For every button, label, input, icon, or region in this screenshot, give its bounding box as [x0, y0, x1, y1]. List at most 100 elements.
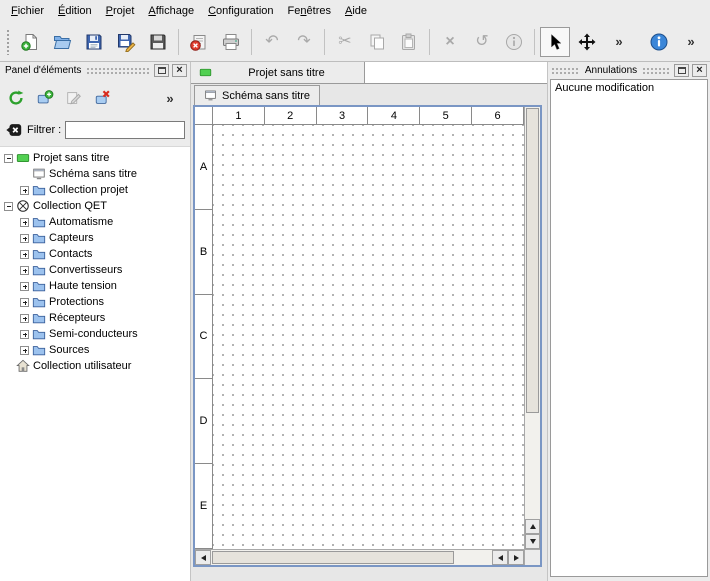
undo-history-list: Aucune modification: [550, 79, 708, 577]
tree-item-capteurs[interactable]: Capteurs: [0, 230, 190, 246]
close-icon: ×: [176, 65, 182, 76]
tree-item-automatisme[interactable]: Automatisme: [0, 214, 190, 230]
toolbar-drag-handle[interactable]: [6, 29, 11, 55]
scroll-left-button-2[interactable]: [492, 550, 508, 565]
new-element-button[interactable]: [32, 85, 58, 111]
expand-icon[interactable]: [20, 282, 29, 291]
menu-edition[interactable]: Édition: [51, 0, 99, 22]
rotate-button[interactable]: ↺: [467, 27, 497, 57]
copy-button[interactable]: [362, 27, 392, 57]
expand-icon[interactable]: [20, 298, 29, 307]
expand-icon[interactable]: [20, 234, 29, 243]
save-as-button[interactable]: [111, 27, 141, 57]
dock-handle-texture: [642, 66, 671, 75]
float-panel-button[interactable]: [674, 64, 689, 77]
diagram-icon: [204, 89, 217, 102]
delete-element-button[interactable]: [90, 85, 116, 111]
tree-item-project[interactable]: Projet sans titre: [0, 150, 190, 166]
tree-item-collection-utilisateur[interactable]: Collection utilisateur: [0, 358, 190, 374]
column-label: 3: [317, 107, 369, 124]
close-panel-button[interactable]: ×: [692, 64, 707, 77]
open-project-button[interactable]: [47, 27, 77, 57]
tree-item-convertisseurs[interactable]: Convertisseurs: [0, 262, 190, 278]
elements-panel-titlebar[interactable]: Panel d'éléments ×: [0, 62, 190, 78]
cut-button[interactable]: ✂: [330, 27, 360, 57]
menu-fenetres[interactable]: Fenêtres: [281, 0, 338, 22]
elements-tree: Projet sans titre Schéma sans titre Coll…: [0, 146, 190, 581]
tree-item-collection-qet[interactable]: Collection QET: [0, 198, 190, 214]
tab-projet-sans-titre[interactable]: Projet sans titre: [191, 62, 365, 83]
expand-icon[interactable]: [20, 186, 29, 195]
menu-configuration[interactable]: Configuration: [201, 0, 280, 22]
menu-fichier[interactable]: Fichier: [4, 0, 51, 22]
vscroll-thumb[interactable]: [526, 108, 539, 413]
new-project-button[interactable]: [15, 27, 45, 57]
menu-aide[interactable]: Aide: [338, 0, 374, 22]
scroll-right-button[interactable]: [508, 550, 524, 565]
element-info-button[interactable]: [499, 27, 529, 57]
close-panel-button[interactable]: ×: [172, 64, 187, 77]
tree-item-sources[interactable]: Sources: [0, 342, 190, 358]
schema-canvas[interactable]: [213, 125, 524, 549]
close-file-button[interactable]: [184, 27, 214, 57]
select-tool-button[interactable]: [540, 27, 570, 57]
expand-icon[interactable]: [20, 250, 29, 259]
info-circle-icon: [504, 32, 524, 52]
floppy-save-icon: [84, 32, 104, 52]
main-area: Panel d'éléments × » Filtrer :: [0, 62, 710, 581]
vertical-scrollbar[interactable]: [524, 107, 540, 549]
collapse-icon[interactable]: [4, 154, 13, 163]
arrow-down-icon: [530, 539, 536, 544]
save-button[interactable]: [79, 27, 109, 57]
tree-item-contacts[interactable]: Contacts: [0, 246, 190, 262]
vscroll-track[interactable]: [525, 107, 540, 519]
menu-affichage[interactable]: Affichage: [141, 0, 201, 22]
undo-list-item[interactable]: Aucune modification: [552, 81, 706, 95]
row-label: E: [195, 464, 212, 549]
expand-icon[interactable]: [20, 266, 29, 275]
edit-element-button[interactable]: [61, 85, 87, 111]
reload-collections-button[interactable]: [3, 85, 29, 111]
about-button[interactable]: [644, 27, 674, 57]
undo-panel-titlebar[interactable]: Annulations ×: [548, 62, 710, 78]
paste-button[interactable]: [394, 27, 424, 57]
float-panel-button[interactable]: [154, 64, 169, 77]
panel-overflow-button[interactable]: »: [157, 85, 183, 111]
expand-icon[interactable]: [20, 314, 29, 323]
clear-filter-icon[interactable]: [5, 121, 23, 139]
toolbar-overflow-button[interactable]: »: [604, 27, 634, 57]
tree-item-recepteurs[interactable]: Récepteurs: [0, 310, 190, 326]
elements-panel-toolbar: »: [0, 78, 190, 118]
tree-item-semi-conducteurs[interactable]: Semi-conducteurs: [0, 326, 190, 342]
tree-item-label: Collection utilisateur: [33, 360, 131, 372]
expand-icon[interactable]: [20, 330, 29, 339]
collapse-icon[interactable]: [4, 202, 13, 211]
toolbar-separator: [251, 29, 252, 55]
print-button[interactable]: [216, 27, 246, 57]
menu-projet[interactable]: Projet: [99, 0, 142, 22]
undo-button[interactable]: ↶: [257, 27, 287, 57]
save-all-button[interactable]: [143, 27, 173, 57]
filter-input[interactable]: [65, 121, 185, 139]
delete-button[interactable]: ×: [435, 27, 465, 57]
column-label: 4: [368, 107, 420, 124]
tree-item-schema[interactable]: Schéma sans titre: [0, 166, 190, 182]
redo-button[interactable]: ↷: [289, 27, 319, 57]
expand-icon[interactable]: [20, 346, 29, 355]
pan-tool-button[interactable]: [572, 27, 602, 57]
tab-schema-sans-titre[interactable]: Schéma sans titre: [194, 85, 320, 105]
tree-item-haute-tension[interactable]: Haute tension: [0, 278, 190, 294]
toolbar-overflow-button-2[interactable]: »: [676, 27, 706, 57]
scroll-down-button[interactable]: [525, 534, 540, 549]
tree-item-collection-projet[interactable]: Collection projet: [0, 182, 190, 198]
hscroll-thumb[interactable]: [212, 551, 454, 564]
horizontal-scrollbar[interactable]: [195, 549, 524, 565]
hscroll-track[interactable]: [211, 550, 492, 565]
scroll-up-button[interactable]: [525, 519, 540, 534]
tree-item-protections[interactable]: Protections: [0, 294, 190, 310]
folder-icon: [32, 295, 46, 309]
expand-icon[interactable]: [20, 218, 29, 227]
scroll-left-button[interactable]: [195, 550, 211, 565]
menu-bar: Fichier Édition Projet Affichage Configu…: [0, 0, 710, 22]
dock-handle-texture: [86, 66, 151, 75]
